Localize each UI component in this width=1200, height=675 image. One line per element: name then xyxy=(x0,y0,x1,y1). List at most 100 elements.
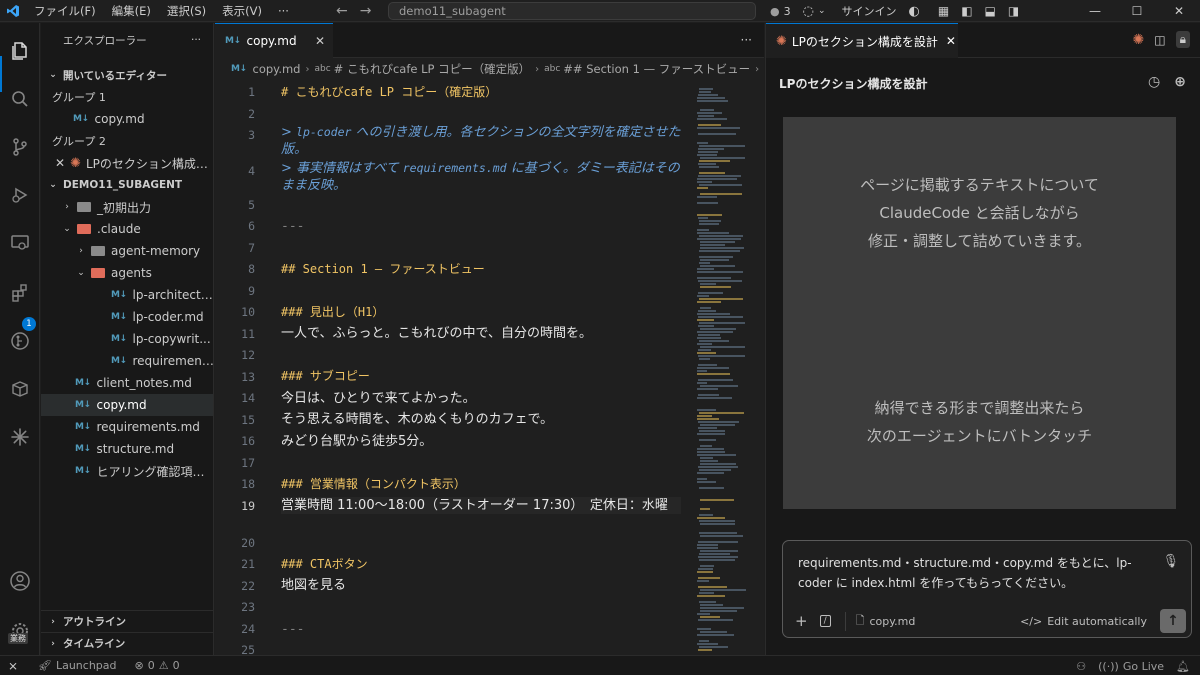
microphone-icon[interactable]: 🎙︎ xyxy=(1162,554,1179,569)
source-control-icon[interactable] xyxy=(6,133,34,161)
open-editor-copy[interactable]: M↓ copy.md xyxy=(41,108,213,130)
close-icon[interactable]: ✕ xyxy=(946,34,956,48)
tree-file-requirement[interactable]: M↓ requirement... xyxy=(41,350,213,372)
tree-file-copy[interactable]: M↓ copy.md xyxy=(41,394,213,416)
menu-edit[interactable]: 編集(E) xyxy=(104,0,159,22)
remote-indicator-icon[interactable]: ⨯ xyxy=(0,656,26,675)
close-icon[interactable]: ✕ xyxy=(315,34,325,48)
minimap-line xyxy=(699,88,713,90)
chat-button[interactable]: ◌ ⌄ xyxy=(797,4,832,19)
tree-folder-agents[interactable]: ⌄ agents xyxy=(41,262,213,284)
attached-file-chip[interactable]: 🗋︎ copy.md xyxy=(844,611,915,631)
open-editor-claude-chat[interactable]: ✕ ✺ LPのセクション構成を... xyxy=(41,152,213,174)
remote-explorer-icon[interactable] xyxy=(6,229,34,257)
package-icon[interactable] xyxy=(6,375,34,403)
golive-item[interactable]: ((·)) Go Live xyxy=(1092,660,1170,673)
chat-input-text[interactable]: requirements.md・structure.md・copy.md をもと… xyxy=(798,553,1158,593)
vscode-logo-icon xyxy=(0,0,26,22)
problems-item[interactable]: ⊗ 0 ⚠︎ 0 xyxy=(129,659,186,672)
toggle-secondary-sidebar-icon[interactable]: ◨ xyxy=(1002,4,1025,18)
code-view[interactable]: 1 2 3 4 5 6 7 8 9 10 11 12 13 14 15 16 1… xyxy=(215,80,695,655)
menu-file[interactable]: ファイル(F) xyxy=(26,0,104,22)
account-icon[interactable] xyxy=(6,567,34,595)
slash-command-icon[interactable]: / xyxy=(819,615,831,627)
minimap-line xyxy=(697,517,725,519)
chat-input-box[interactable]: requirements.md・structure.md・copy.md をもと… xyxy=(782,540,1192,638)
back-arrow-icon[interactable]: ← xyxy=(336,3,348,19)
claude-spark-icon[interactable]: ✺ xyxy=(1133,32,1145,48)
breadcrumb-h2[interactable]: ## Section 1 — ファーストビュー xyxy=(563,61,750,77)
minimap-line xyxy=(697,643,718,645)
toggle-sidebar-icon[interactable]: ◧ xyxy=(955,4,978,18)
tree-file-lp-copywriter[interactable]: M↓ lp-copywrit... xyxy=(41,328,213,350)
minimap-line xyxy=(697,295,709,297)
breadcrumb-file[interactable]: copy.md xyxy=(253,62,301,76)
workspace-section[interactable]: ⌄ DEMO11_SUBAGENT xyxy=(41,174,213,196)
tree-folder-agent-memory[interactable]: › agent-memory xyxy=(41,240,213,262)
add-context-plus-icon[interactable]: + xyxy=(795,612,808,630)
signin-button[interactable]: サインイン xyxy=(836,3,903,19)
tree-file-lp-coder[interactable]: M↓ lp-coder.md xyxy=(41,306,213,328)
minimap-line xyxy=(697,418,719,420)
close-icon[interactable]: ✕ xyxy=(55,156,65,170)
more-actions-icon[interactable]: ··· xyxy=(191,34,201,46)
run-debug-icon[interactable] xyxy=(6,181,34,209)
breadcrumb-h1[interactable]: # こもれびcafe LP コピー（確定版） xyxy=(334,61,530,77)
file-label: lp-coder.md xyxy=(132,310,204,324)
minimap-line xyxy=(699,91,711,93)
command-center-search[interactable]: demo11_subagent xyxy=(388,2,756,20)
tree-folder-claude[interactable]: ⌄ .claude xyxy=(41,218,213,240)
minimap-line xyxy=(698,355,745,357)
tree-file-lp-architect[interactable]: M↓ lp-architect.... xyxy=(41,284,213,306)
send-button[interactable]: ↑ xyxy=(1160,609,1186,633)
panel-tab-actions: ✺ ◫ 🔒︎ xyxy=(1133,31,1190,48)
tab-copy-md[interactable]: M↓ copy.md ✕ xyxy=(215,23,333,58)
close-window-icon[interactable]: ✕ xyxy=(1158,0,1200,22)
toggle-panel-icon[interactable]: ⬓ xyxy=(979,4,1002,18)
more-actions-icon[interactable]: ··· xyxy=(741,33,752,47)
minimap-line xyxy=(698,316,743,318)
timeline-section[interactable]: › タイムライン xyxy=(41,632,213,654)
copilot-status-icon[interactable]: ⚇ xyxy=(1070,660,1092,673)
open-editors-section[interactable]: ⌄ 開いているエディター xyxy=(41,64,213,86)
layout-customize-icon[interactable]: ▦ xyxy=(932,4,955,18)
editor-tabs: M↓ copy.md ✕ ··· xyxy=(215,23,764,58)
quote-marker: > xyxy=(281,125,297,140)
copilot-icon[interactable]: ◐ xyxy=(903,4,926,19)
tree-folder-initial-output[interactable]: › _初期出力 xyxy=(41,196,213,218)
tree-file-requirements[interactable]: M↓ requirements.md xyxy=(41,416,213,438)
minimap-line xyxy=(698,556,738,558)
minimap-line xyxy=(697,232,729,234)
notifications-bell-icon[interactable]: 🔔︎ xyxy=(1170,660,1200,673)
vertical-scrollbar[interactable] xyxy=(756,80,764,655)
new-chat-plus-icon[interactable]: ⊕ xyxy=(1174,74,1186,90)
file-label: requirements.md xyxy=(96,420,200,434)
menu-view[interactable]: 表示(V) xyxy=(214,0,270,22)
outline-section[interactable]: › アウトライン xyxy=(41,610,213,632)
tree-file-client-notes[interactable]: M↓ client_notes.md xyxy=(41,372,213,394)
tree-file-structure[interactable]: M↓ structure.md xyxy=(41,438,213,460)
edit-mode-toggle[interactable]: </> Edit automatically xyxy=(1020,615,1147,628)
explorer-icon[interactable] xyxy=(6,37,34,65)
minimap-line xyxy=(699,553,730,555)
tree-file-hearing[interactable]: M↓ ヒアリング確認項目... xyxy=(41,460,213,482)
menu-selection[interactable]: 選択(S) xyxy=(159,0,214,22)
extensions-icon[interactable] xyxy=(6,279,34,307)
gitlens-icon[interactable] xyxy=(6,327,34,355)
golive-label: Go Live xyxy=(1122,659,1165,673)
minimap-line xyxy=(700,457,713,459)
minimap-line xyxy=(697,313,730,315)
menu-more[interactable]: ··· xyxy=(270,0,297,22)
maximize-icon[interactable]: ☐ xyxy=(1116,0,1158,22)
launchpad-item[interactable]: 🚀︎ Launchpad xyxy=(32,659,123,672)
tab-claude-chat[interactable]: ✺ LPのセクション構成を設計 ✕ xyxy=(766,23,958,58)
minimap[interactable] xyxy=(695,80,755,655)
split-editor-icon[interactable]: ◫ xyxy=(1154,33,1165,47)
claude-icon[interactable] xyxy=(6,423,34,451)
agents-indicator[interactable]: ● 3 xyxy=(764,5,797,18)
lock-icon[interactable]: 🔒︎ xyxy=(1175,31,1190,48)
search-icon[interactable] xyxy=(6,85,34,113)
minimize-icon[interactable]: — xyxy=(1074,0,1116,22)
forward-arrow-icon[interactable]: → xyxy=(360,3,372,19)
history-clock-icon[interactable]: ◷ xyxy=(1148,74,1160,90)
